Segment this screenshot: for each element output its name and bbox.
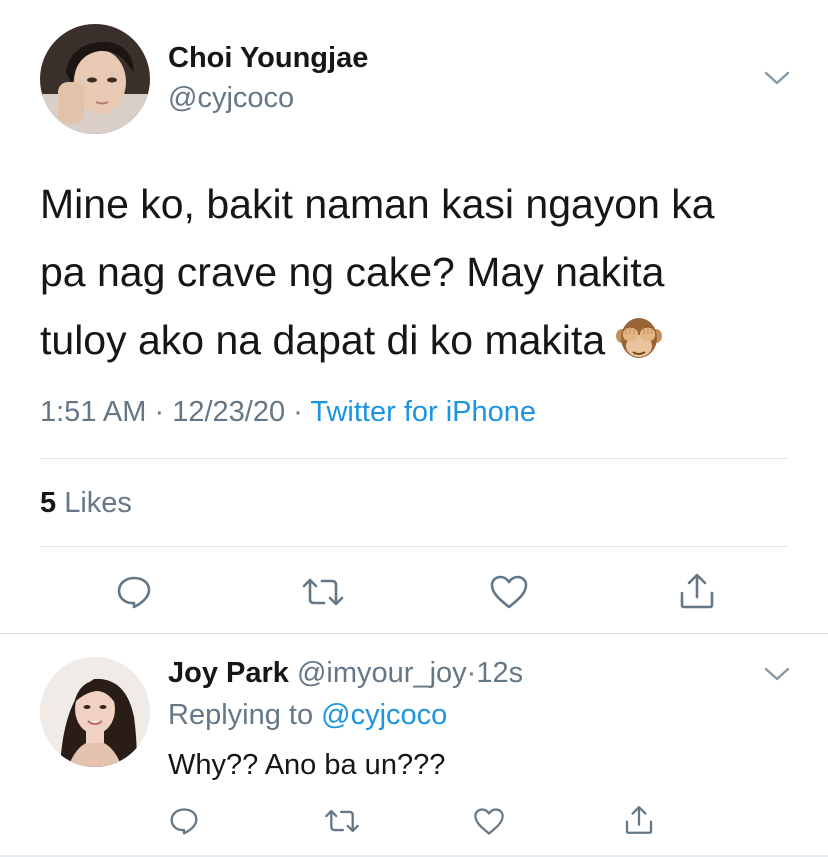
share-icon[interactable]: [620, 801, 658, 839]
likes-label: Likes: [64, 487, 132, 519]
reply-author-handle[interactable]: @imyour_joy: [297, 657, 467, 689]
tweet-source-link[interactable]: Twitter for iPhone: [310, 396, 536, 428]
author-handle[interactable]: @cyjcoco: [168, 82, 294, 115]
main-tweet: Choi Youngjae @cyjcoco Mine ko, bakit na…: [0, 0, 828, 634]
divider: [40, 458, 788, 459]
like-icon[interactable]: [487, 572, 531, 612]
avatar[interactable]: [40, 24, 150, 134]
tweet-detail-screen: Choi Youngjae @cyjcoco Mine ko, bakit na…: [0, 0, 828, 857]
reply-icon[interactable]: [112, 572, 156, 612]
tweet-text: Mine ko, bakit naman kasi ngayon ka pa n…: [40, 170, 800, 374]
tweet-time: 1:51 AM: [40, 396, 147, 428]
avatar[interactable]: [40, 657, 150, 767]
chevron-down-icon[interactable]: [762, 68, 792, 88]
tweet-text-line: Mine ko, bakit naman kasi ngayon ka: [40, 181, 715, 227]
reply-icon[interactable]: [166, 804, 202, 838]
tweet-meta: 1:51 AM · 12/23/20 · Twitter for iPhone: [40, 396, 536, 429]
see-no-evil-monkey-icon: [615, 314, 663, 360]
likes-count: 5: [40, 487, 57, 519]
retweet-icon[interactable]: [320, 804, 364, 838]
retweet-icon[interactable]: [298, 572, 348, 612]
tweet-separator: [0, 633, 828, 634]
reply-text: Why?? Ano ba un???: [168, 749, 446, 781]
reply-time[interactable]: 12s: [476, 657, 523, 689]
meta-separator: ·: [466, 657, 477, 689]
tweet-text-line: pa nag crave ng cake? May nakita: [40, 249, 665, 295]
tweet-text-line: tuloy ako na dapat di ko makita: [40, 306, 800, 374]
meta-separator: ·: [293, 396, 303, 428]
reply-author-name[interactable]: Joy Park: [168, 657, 289, 689]
replying-to-mention[interactable]: @cyjcoco: [321, 699, 447, 731]
divider: [40, 546, 788, 547]
replying-to: Replying to @cyjcoco: [168, 699, 447, 732]
replying-to-label: Replying to: [168, 699, 314, 731]
meta-separator: ·: [154, 396, 165, 428]
tweet-text-line-content: tuloy ako na dapat di ko makita: [40, 317, 606, 363]
like-icon[interactable]: [470, 804, 508, 838]
author-display-name[interactable]: Choi Youngjae: [168, 42, 368, 75]
chevron-down-icon[interactable]: [762, 664, 792, 684]
share-icon[interactable]: [675, 570, 719, 612]
tweet-date: 12/23/20: [172, 396, 286, 428]
likes-stat[interactable]: 5 Likes: [40, 487, 132, 520]
reply-header: Joy Park @imyour_joy·12s: [168, 657, 523, 690]
